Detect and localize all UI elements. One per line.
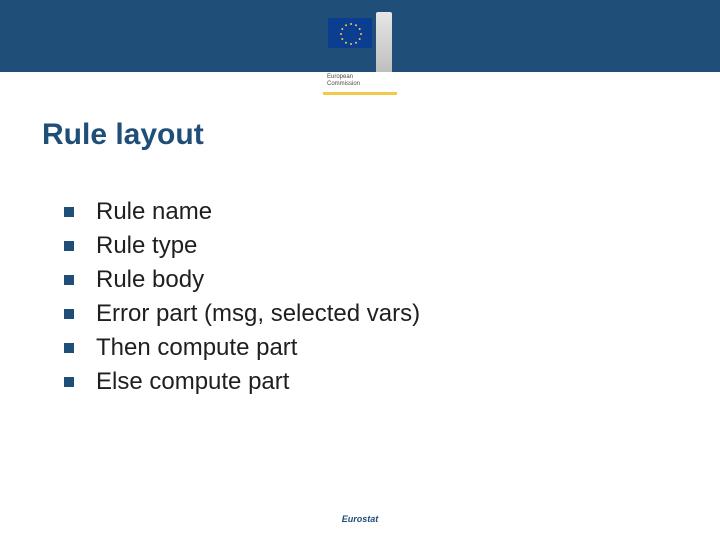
- bullet-text: Rule name: [96, 198, 212, 226]
- bullet-list: Rule name Rule type Rule body Error part…: [64, 198, 420, 402]
- ec-logo-line1: European: [327, 74, 360, 81]
- slide: European Commission Rule layout Rule nam…: [0, 0, 720, 540]
- bullet-text: Error part (msg, selected vars): [96, 300, 420, 328]
- bullet-icon: [64, 309, 74, 319]
- eu-flag-icon: [328, 18, 372, 48]
- bullet-text: Rule body: [96, 266, 204, 294]
- list-item: Rule body: [64, 266, 420, 294]
- bullet-text: Rule type: [96, 232, 197, 260]
- list-item: Error part (msg, selected vars): [64, 300, 420, 328]
- list-item: Rule name: [64, 198, 420, 226]
- list-item: Rule type: [64, 232, 420, 260]
- bullet-text: Else compute part: [96, 368, 289, 396]
- pillar-icon: [376, 12, 392, 72]
- bullet-icon: [64, 207, 74, 217]
- list-item: Then compute part: [64, 334, 420, 362]
- bullet-icon: [64, 343, 74, 353]
- slide-title: Rule layout: [42, 118, 204, 152]
- ec-logo-underline: [323, 92, 397, 95]
- footer-text: Eurostat: [0, 514, 720, 524]
- ec-logo-line2: Commission: [327, 81, 360, 88]
- ec-logo-text: European Commission: [323, 74, 360, 88]
- ec-logo-top: [323, 18, 397, 72]
- bullet-icon: [64, 275, 74, 285]
- ec-logo: European Commission: [323, 18, 397, 100]
- bullet-icon: [64, 377, 74, 387]
- bullet-icon: [64, 241, 74, 251]
- list-item: Else compute part: [64, 368, 420, 396]
- bullet-text: Then compute part: [96, 334, 297, 362]
